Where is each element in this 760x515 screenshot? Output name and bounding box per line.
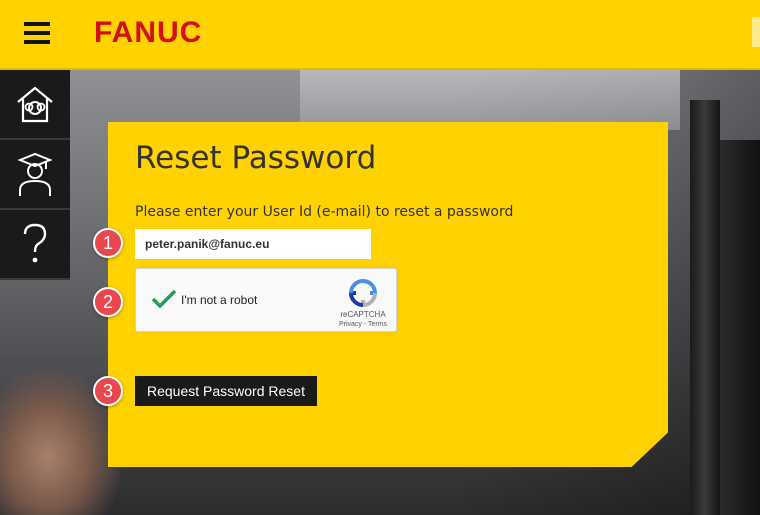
- recaptcha-widget[interactable]: I'm not a robot reCAPTCHA Privacy - Term…: [135, 268, 397, 332]
- checkmark-icon[interactable]: [150, 287, 178, 311]
- graduate-icon: [17, 152, 53, 196]
- request-password-reset-button[interactable]: Request Password Reset: [135, 376, 317, 406]
- step-marker-1: 1: [93, 228, 123, 258]
- recaptcha-logo-icon: [348, 279, 378, 308]
- instructions-text: Please enter your User Id (e-mail) to re…: [135, 204, 514, 220]
- step-marker-2: 2: [93, 287, 123, 317]
- sidenav-item-academy[interactable]: [0, 140, 70, 210]
- question-icon: [23, 223, 47, 263]
- recaptcha-brand: reCAPTCHA: [340, 310, 386, 319]
- email-field[interactable]: [135, 229, 371, 259]
- page-title: Reset Password: [135, 140, 377, 176]
- privacy-link[interactable]: Privacy: [339, 321, 362, 328]
- reset-password-panel: Reset Password Please enter your User Id…: [108, 122, 668, 467]
- terms-link[interactable]: Terms: [368, 321, 387, 328]
- top-header: FANUC: [0, 0, 760, 70]
- fanuc-logo[interactable]: FANUC: [94, 16, 202, 50]
- recaptcha-links: Privacy - Terms: [332, 321, 394, 328]
- header-search-stub[interactable]: [752, 17, 760, 47]
- sidenav-item-home[interactable]: [0, 70, 70, 140]
- recaptcha-label: I'm not a robot: [181, 293, 258, 307]
- side-navigation: [0, 70, 70, 280]
- hamburger-menu-icon[interactable]: [24, 22, 50, 44]
- sidenav-item-help[interactable]: [0, 210, 70, 280]
- step-marker-3: 3: [93, 376, 123, 406]
- home-icon: [17, 86, 53, 123]
